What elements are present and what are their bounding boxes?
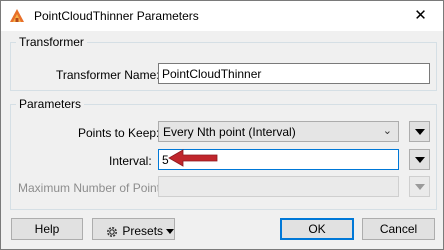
triangle-down-icon: [414, 129, 425, 135]
close-button[interactable]: ✕: [398, 1, 443, 31]
fme-app-icon: [10, 9, 24, 22]
triangle-down-icon: [414, 184, 425, 190]
close-icon: ✕: [414, 7, 427, 24]
points-to-keep-value: Every Nth point (Interval): [163, 125, 296, 139]
interval-label: Interval:: [109, 154, 152, 168]
parameters-group-legend: Parameters: [19, 97, 82, 111]
transformer-name-label: Transformer Name:: [56, 68, 160, 82]
points-to-keep-dropdown[interactable]: Every Nth point (Interval) ⌄: [158, 121, 399, 142]
presets-button[interactable]: Presets: [92, 218, 175, 240]
window-title: PointCloudThinner Parameters: [34, 9, 199, 23]
red-arrow-icon: [168, 149, 218, 167]
triangle-down-icon: [414, 157, 425, 163]
max-points-label: Maximum Number of Points:: [18, 181, 170, 195]
presets-button-label: Presets: [122, 224, 164, 238]
max-points-input: [158, 176, 399, 197]
interval-menu-button[interactable]: [409, 149, 430, 170]
ok-button-label: OK: [308, 222, 326, 236]
help-button[interactable]: Help: [11, 218, 83, 240]
gear-icon: [107, 226, 117, 237]
transformer-name-input[interactable]: [158, 63, 430, 84]
title-bar: PointCloudThinner Parameters ✕: [1, 1, 443, 31]
triangle-down-icon: [166, 229, 175, 235]
max-points-menu-button: [409, 176, 430, 197]
cancel-button-label: Cancel: [379, 222, 418, 236]
transformer-group-legend: Transformer: [19, 35, 84, 49]
points-to-keep-label: Points to Keep:: [78, 126, 160, 140]
cancel-button[interactable]: Cancel: [362, 218, 435, 240]
chevron-down-icon: ⌄: [382, 125, 392, 137]
dialog-window: PointCloudThinner Parameters ✕ Transform…: [0, 0, 444, 250]
points-to-keep-menu-button[interactable]: [409, 121, 430, 142]
help-button-label: Help: [34, 222, 60, 236]
ok-button[interactable]: OK: [280, 218, 354, 240]
